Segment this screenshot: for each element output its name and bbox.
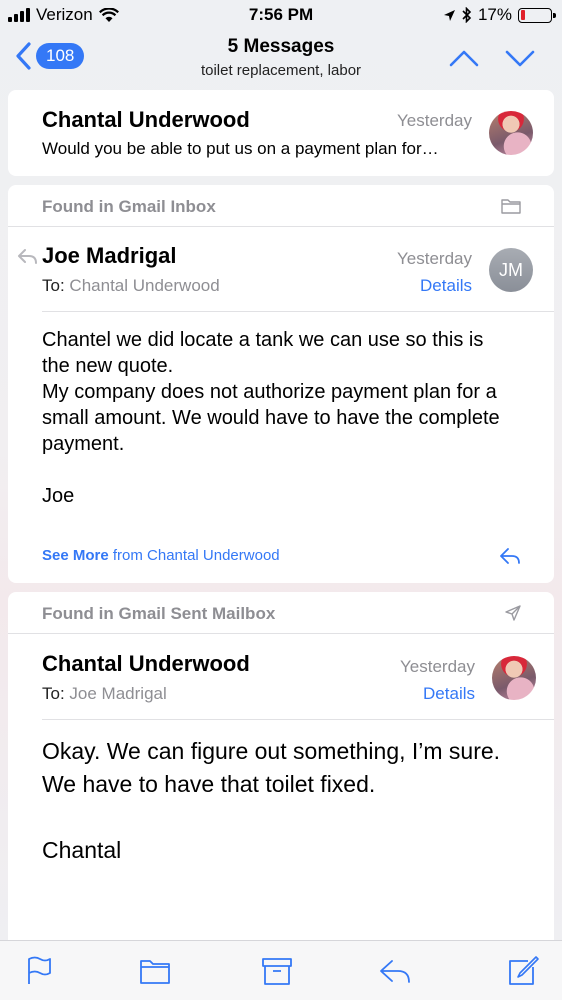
avatar: JM	[489, 248, 533, 292]
battery-icon	[518, 7, 556, 23]
reply-icon[interactable]	[498, 547, 522, 565]
details-link[interactable]: Details	[423, 684, 475, 704]
sender-name: Joe Madrigal	[42, 243, 177, 268]
message-body: Okay. We can figure out something, I’m s…	[42, 738, 501, 863]
recipient-name[interactable]: Joe Madrigal	[69, 684, 166, 703]
message-card: Found in Gmail Inbox Joe Madrigal To: Ch…	[8, 185, 554, 583]
nav-bar: 108 5 Messages toilet replacement, labor	[0, 30, 562, 86]
details-link[interactable]: Details	[420, 276, 472, 296]
status-right: 17%	[443, 5, 556, 25]
see-more-from: from Chantal Underwood	[112, 547, 280, 564]
divider	[8, 633, 554, 634]
archive-icon[interactable]	[260, 955, 294, 987]
next-message-button[interactable]	[504, 46, 536, 70]
message-preview: Would you be able to put us on a payment…	[42, 139, 439, 158]
message-body: Chantel we did locate a tank we can use …	[42, 329, 500, 507]
see-more-label: See More	[42, 547, 109, 564]
bluetooth-icon	[462, 7, 472, 23]
reply-icon[interactable]	[378, 955, 412, 987]
message-date: Yesterday	[397, 111, 472, 130]
message-date: Yesterday	[397, 249, 472, 268]
found-in-label: Found in Gmail Sent Mailbox	[42, 604, 276, 623]
recipient-name[interactable]: Chantal Underwood	[69, 276, 219, 295]
compose-icon[interactable]	[506, 955, 540, 987]
bottom-toolbar	[0, 940, 562, 1000]
folder-icon	[501, 199, 521, 214]
location-arrow-icon	[443, 9, 455, 21]
folder-icon[interactable]	[138, 955, 172, 987]
message-date: Yesterday	[400, 657, 475, 676]
found-in-label: Found in Gmail Inbox	[42, 197, 216, 216]
battery-fill	[520, 10, 526, 20]
see-more-link[interactable]: See More from Chantal Underwood	[42, 547, 280, 564]
sender-name: Chantal Underwood	[42, 107, 250, 132]
battery-percent: 17%	[477, 5, 512, 24]
avatar	[492, 656, 536, 700]
message-card: Found in Gmail Sent Mailbox Chantal Unde…	[8, 592, 554, 952]
divider	[8, 226, 554, 227]
status-bar: Verizon 7:56 PM 17%	[0, 0, 562, 30]
to-label: To:	[42, 684, 65, 703]
message-card-collapsed[interactable]: Chantal Underwood Yesterday Would you be…	[8, 90, 554, 176]
divider	[42, 719, 554, 720]
replied-icon	[18, 249, 37, 264]
divider	[42, 311, 554, 312]
sender-name: Chantal Underwood	[42, 651, 250, 676]
previous-message-button[interactable]	[448, 46, 480, 70]
recipient-line: To: Joe Madrigal	[42, 684, 167, 704]
avatar	[489, 111, 533, 155]
recipient-line: To: Chantal Underwood	[42, 276, 220, 296]
to-label: To:	[42, 276, 65, 295]
sent-icon	[505, 605, 521, 621]
flag-icon[interactable]	[22, 955, 56, 987]
